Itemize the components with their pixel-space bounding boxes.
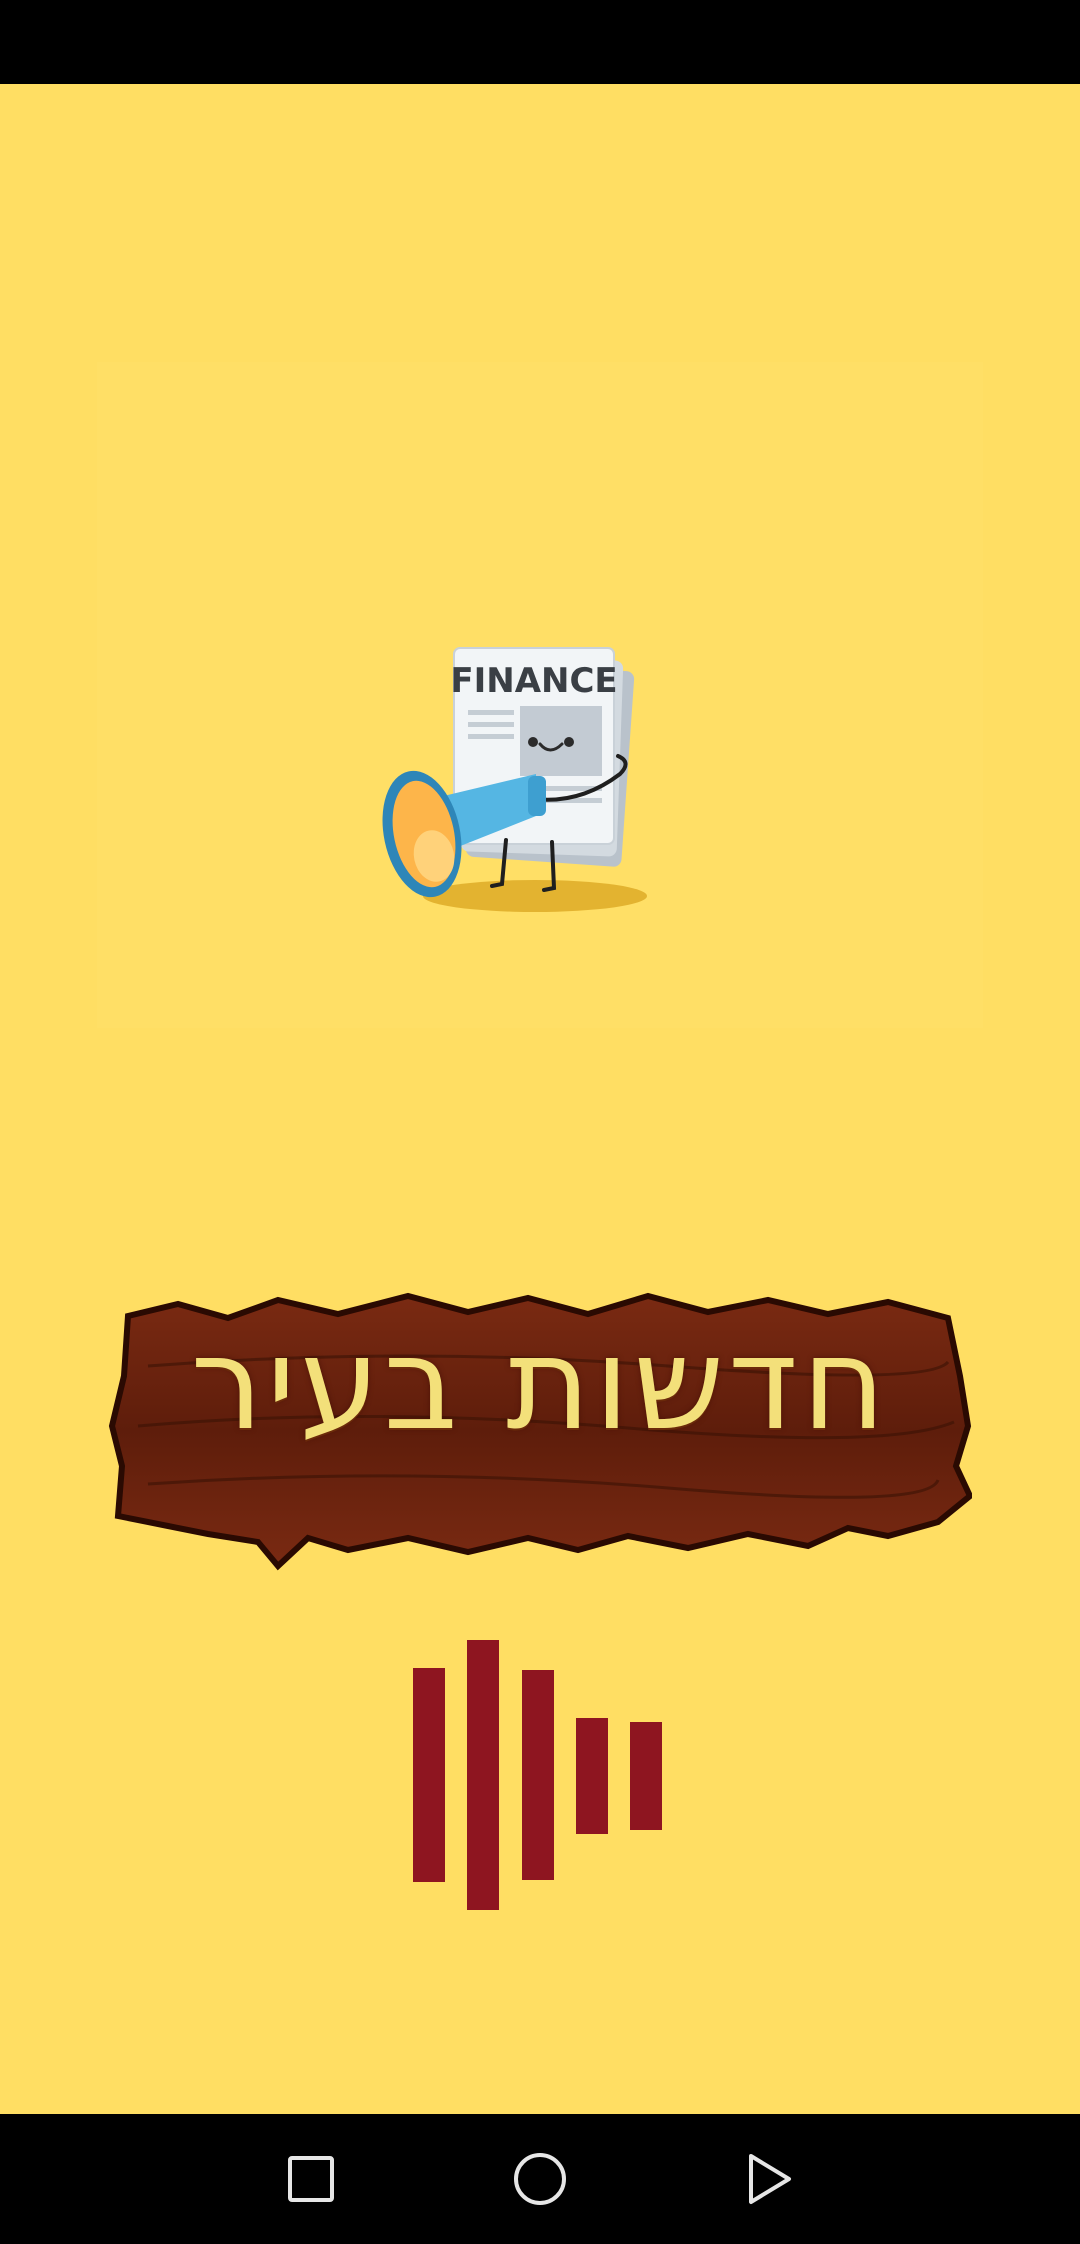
system-navigation-bar	[0, 2114, 1080, 2244]
loading-bar	[522, 1670, 554, 1880]
newspaper-megaphone-illustration: FINANCE	[382, 647, 647, 912]
loading-bar	[413, 1668, 445, 1882]
triangle-icon	[749, 2154, 791, 2204]
loading-bar	[467, 1640, 499, 1910]
newspaper-headline: FINANCE	[450, 661, 617, 701]
loading-indicator	[412, 1556, 666, 1910]
article-line	[468, 722, 514, 727]
megaphone-handle	[528, 776, 546, 816]
mascot-eye-left	[528, 737, 538, 747]
app-title: חדשות בעיר	[190, 1310, 890, 1459]
status-bar	[0, 0, 1080, 84]
loading-bar	[576, 1718, 608, 1834]
nav-recents-button[interactable]	[278, 2146, 344, 2212]
loading-bar	[630, 1722, 662, 1830]
square-icon	[288, 2156, 334, 2202]
article-line	[468, 734, 514, 739]
article-line	[468, 710, 514, 715]
circle-icon	[514, 2153, 566, 2205]
mascot-shadow	[423, 880, 647, 912]
nav-home-button[interactable]	[507, 2146, 573, 2212]
mascot-eye-right	[564, 737, 574, 747]
nav-back-button[interactable]	[736, 2146, 802, 2212]
